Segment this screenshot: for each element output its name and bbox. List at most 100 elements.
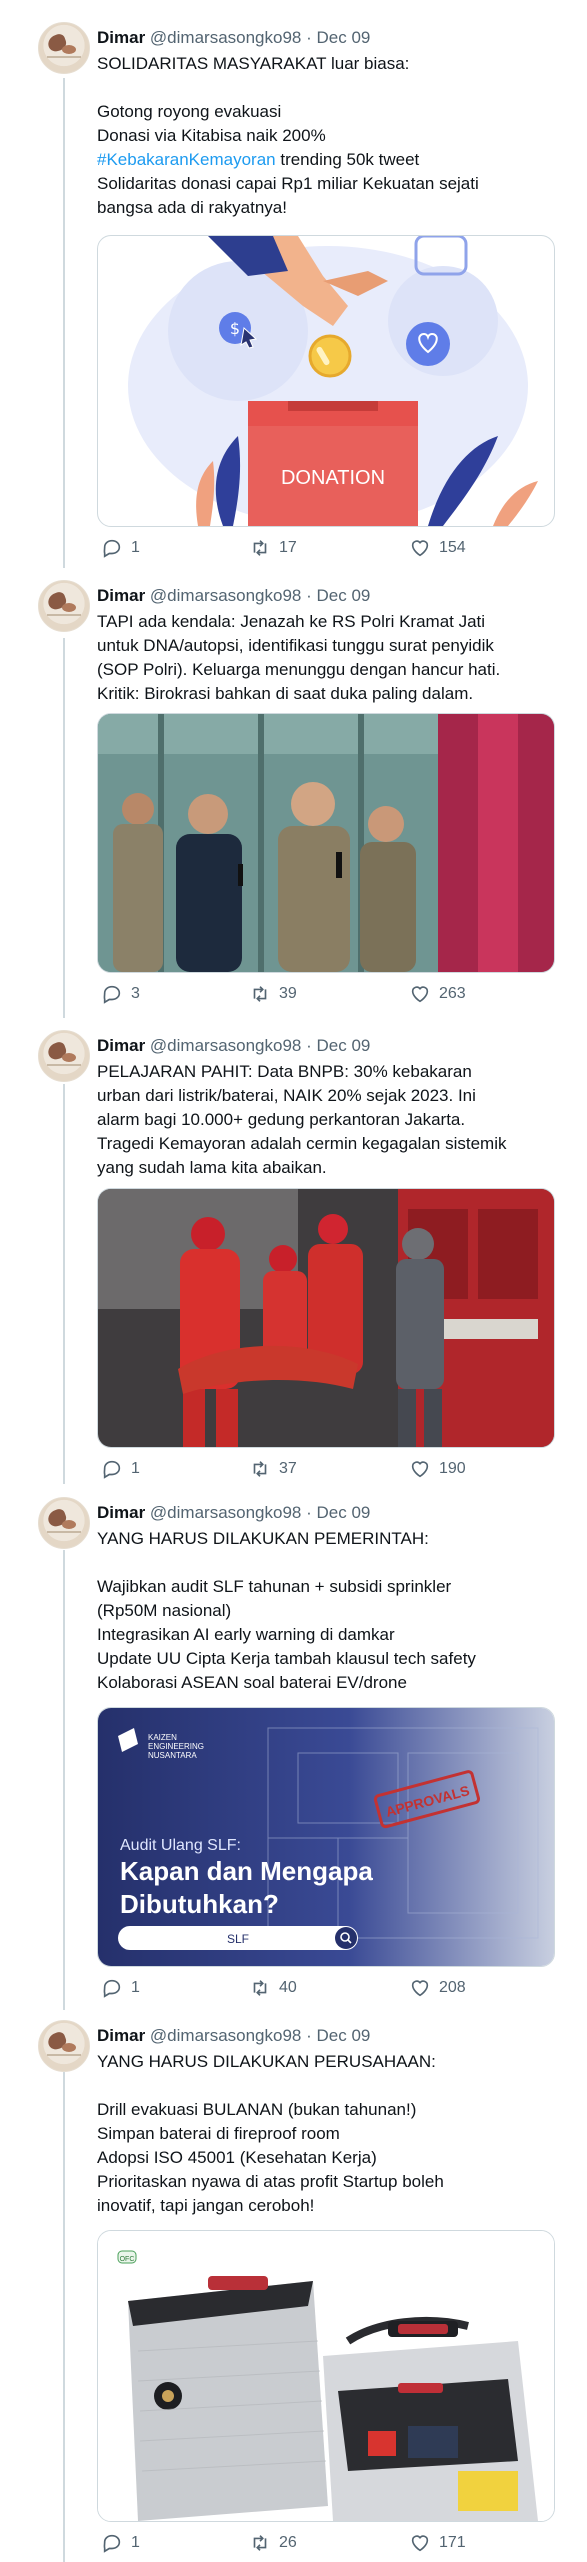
author-handle[interactable]: @dimarsasongko98 [150, 1503, 301, 1522]
separator-dot: · [306, 28, 312, 47]
repost-button[interactable]: 17 [249, 537, 297, 559]
tweet-date[interactable]: Dec 09 [317, 28, 371, 47]
author-name[interactable]: Dimar [97, 586, 145, 605]
tweet-line: Adopsi ISO 45001 (Kesehatan Kerja) [97, 2148, 377, 2167]
tweet-line-rest: trending 50k tweet [275, 150, 420, 169]
repost-button[interactable]: 40 [249, 1977, 297, 1999]
tweet[interactable]: Dimar @dimarsasongko98 · Dec 09 YANG HAR… [0, 2020, 587, 2560]
separator-dot: · [306, 1503, 312, 1522]
author-name[interactable]: Dimar [97, 28, 145, 47]
author-handle[interactable]: @dimarsasongko98 [150, 28, 301, 47]
tweet-image-rescue-team[interactable] [97, 1188, 555, 1448]
tweet-actions: 3 39 263 [97, 983, 537, 1007]
tweet-image-fireproof-bag[interactable]: OFC [97, 2230, 555, 2522]
tweet[interactable]: Dimar @dimarsasongko98 · Dec 09 TAPI ada… [0, 580, 587, 1030]
tweet-actions: 1 17 154 [97, 537, 537, 561]
svg-text:$: $ [230, 319, 240, 338]
like-button[interactable]: 154 [409, 537, 466, 559]
tweet-line [97, 2074, 567, 2098]
tweet-line: urban dari listrik/baterai, NAIK 20% sej… [97, 1086, 476, 1105]
brand-line-3: NUSANTARA [148, 1751, 197, 1760]
reply-button[interactable]: 1 [101, 2532, 140, 2554]
repost-button[interactable]: 37 [249, 1458, 297, 1480]
tweet-text: YANG HARUS DILAKUKAN PERUSAHAAN: Drill e… [97, 2050, 567, 2218]
repost-count: 39 [279, 985, 297, 1002]
like-count: 190 [439, 1460, 466, 1477]
author-handle[interactable]: @dimarsasongko98 [150, 1036, 301, 1055]
heart-icon [411, 1980, 429, 1997]
tweet-line: Kritik: Birokrasi bahkan di saat duka pa… [97, 684, 474, 703]
reply-button[interactable]: 1 [101, 1458, 140, 1480]
slf-audit-banner: APPROVALS KAIZEN ENGINEERING NUSANTARA A… [98, 1708, 554, 1966]
heart-icon [411, 2535, 429, 2552]
repost-icon [253, 2535, 267, 2551]
tweet-date[interactable]: Dec 09 [317, 1036, 371, 1055]
like-button[interactable]: 171 [409, 2532, 466, 2554]
avatar[interactable] [38, 1030, 90, 1082]
tweet-line: inovatif, tapi jangan ceroboh! [97, 2196, 315, 2215]
reply-button[interactable]: 1 [101, 537, 140, 559]
tweet-text: YANG HARUS DILAKUKAN PEMERINTAH: Wajibka… [97, 1527, 567, 1695]
reply-count: 1 [131, 1460, 140, 1477]
separator-dot: · [306, 1036, 312, 1055]
author-handle[interactable]: @dimarsasongko98 [150, 2026, 301, 2045]
rescue-team-photo [98, 1189, 554, 1447]
repost-count: 26 [279, 2534, 297, 2551]
banner-search-text: SLF [227, 1932, 249, 1946]
tweet-line: Update UU Cipta Kerja tambah klausul tec… [97, 1649, 476, 1668]
avatar[interactable] [38, 2020, 90, 2072]
tweet[interactable]: Dimar @dimarsasongko98 · Dec 09 PELAJARA… [0, 1030, 587, 1500]
separator-dot: · [306, 586, 312, 605]
repost-button[interactable]: 26 [249, 2532, 297, 2554]
tweet-text: PELAJARAN PAHIT: Data BNPB: 30% kebakara… [97, 1060, 567, 1180]
reply-button[interactable]: 1 [101, 1977, 140, 1999]
tweet-line: PELAJARAN PAHIT: Data BNPB: 30% kebakara… [97, 1062, 472, 1081]
tweet-line: YANG HARUS DILAKUKAN PEMERINTAH: [97, 1529, 429, 1548]
tweet-actions: 1 40 208 [97, 1977, 537, 2001]
tweet-header: Dimar @dimarsasongko98 · Dec 09 [97, 28, 370, 48]
tweet-line: (SOP Polri). Keluarga menunggu dengan ha… [97, 660, 501, 679]
tweet-line: Solidaritas donasi capai Rp1 miliar Keku… [97, 174, 479, 193]
tweet-header: Dimar @dimarsasongko98 · Dec 09 [97, 2026, 370, 2046]
author-name[interactable]: Dimar [97, 1036, 145, 1055]
tweet-date[interactable]: Dec 09 [317, 586, 371, 605]
hashtag-link[interactable]: #KebakaranKemayoran [97, 150, 276, 169]
reply-button[interactable]: 3 [101, 983, 140, 1005]
tweet-line: SOLIDARITAS MASYARAKAT luar biasa: [97, 54, 410, 73]
repost-button[interactable]: 39 [249, 983, 297, 1005]
avatar[interactable] [38, 1497, 90, 1549]
like-count: 263 [439, 985, 466, 1002]
like-button[interactable]: 190 [409, 1458, 466, 1480]
avatar[interactable] [38, 22, 90, 74]
tweet-date[interactable]: Dec 09 [317, 2026, 371, 2045]
tweet[interactable]: Dimar @dimarsasongko98 · Dec 09 YANG HAR… [0, 1497, 587, 2007]
like-button[interactable]: 208 [409, 1977, 466, 1999]
tweet-actions: 1 37 190 [97, 1458, 537, 1482]
like-button[interactable]: 263 [409, 983, 466, 1005]
tweet-text: TAPI ada kendala: Jenazah ke RS Polri Kr… [97, 610, 567, 706]
author-name[interactable]: Dimar [97, 1503, 145, 1522]
repost-icon [253, 1980, 267, 1996]
tweet[interactable]: Dimar @dimarsasongko98 · Dec 09 SOLIDARI… [0, 22, 587, 577]
tweet-line [97, 76, 567, 100]
tweet-image-donation[interactable]: $ DONATION [97, 235, 555, 527]
author-handle[interactable]: @dimarsasongko98 [150, 586, 301, 605]
author-name[interactable]: Dimar [97, 2026, 145, 2045]
tweet-line: Donasi via Kitabisa naik 200% [97, 126, 326, 145]
tweet-actions: 1 26 171 [97, 2532, 537, 2556]
tweet-line: Drill evakuasi BULANAN (bukan tahunan!) [97, 2100, 417, 2119]
avatar[interactable] [38, 580, 90, 632]
tweet-date[interactable]: Dec 09 [317, 1503, 371, 1522]
tweet-line: Prioritaskan nyawa di atas profit Startu… [97, 2172, 444, 2191]
tweet-line: TAPI ada kendala: Jenazah ke RS Polri Kr… [97, 612, 486, 631]
fireproof-bag-photo: OFC [98, 2231, 554, 2521]
reply-icon [103, 1979, 121, 1998]
heart-icon [411, 986, 429, 1003]
tweet-image-press-conference[interactable] [97, 713, 555, 973]
reply-icon [103, 1460, 121, 1479]
donation-box-label: DONATION [281, 467, 385, 489]
tweet-header: Dimar @dimarsasongko98 · Dec 09 [97, 586, 370, 606]
press-conference-photo [98, 714, 554, 972]
reply-count: 1 [131, 539, 140, 556]
tweet-image-slf-audit[interactable]: APPROVALS KAIZEN ENGINEERING NUSANTARA A… [97, 1707, 555, 1967]
